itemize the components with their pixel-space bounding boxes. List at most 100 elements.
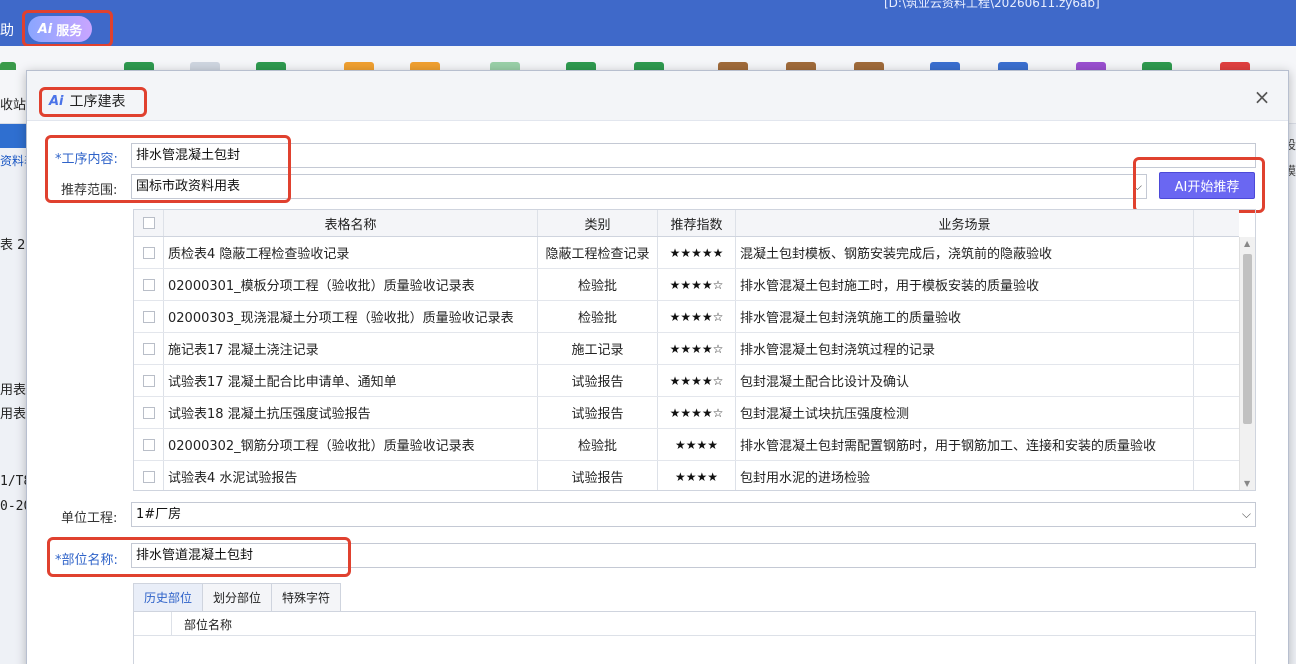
toolbar-icon[interactable] [1142,62,1172,70]
toolbar-icon[interactable] [344,62,374,70]
table-row[interactable]: 试验表18 混凝土抗压强度试验报告 试验报告 ★★★★☆ 包封混凝土试块抗压强度检测 [134,397,1239,429]
cell-scene: 包封混凝土配合比设计及确认 [736,365,1194,396]
highlight-part-name [47,537,351,577]
part-tabs: 历史部位 划分部位 特殊字符 [133,583,342,611]
toolbar-icon[interactable] [718,62,748,70]
toolbar-icon[interactable] [786,62,816,70]
cell-rating: ★★★★★ [658,237,736,268]
cell-rating: ★★★★ [658,429,736,460]
app-side-strip [0,124,26,148]
row-checkbox[interactable] [142,342,155,355]
row-checkbox[interactable] [142,470,155,483]
cell-scene: 排水管混凝土包封需配置钢筋时，用于钢筋加工、连接和安装的质量验收 [736,429,1194,460]
row-checkbox[interactable] [142,406,155,419]
row-checkbox[interactable] [142,246,155,259]
table-row[interactable]: 02000301_模板分项工程（验收批）质量验收记录表 检验批 ★★★★☆ 排水管混凝… [134,269,1239,301]
recommend-table: 表格名称 类别 推荐指数 业务场景 质检表4 隐蔽工程检查验收记录 隐蔽工程检查记… [133,209,1256,491]
app-titlebar: 助 Ai 服务 [D:\筑业云资料工程\20260611.zy6ab] [0,0,1296,46]
toolbar-icon[interactable] [1220,62,1250,70]
cell-rating: ★★★★ [658,461,736,490]
toolbar-icon[interactable] [190,62,220,70]
row-checkbox[interactable] [142,374,155,387]
row-checkbox-cell [134,269,164,300]
cell-scene: 排水管混凝土包封浇筑过程的记录 [736,333,1194,364]
cell-category: 检验批 [538,301,658,332]
toolbar-icon[interactable] [256,62,286,70]
row-checkbox-cell [134,461,164,490]
col-header-name[interactable]: 表格名称 [164,210,538,236]
toolbar-icon[interactable] [930,62,960,70]
table-row[interactable]: 质检表4 隐蔽工程检查验收记录 隐蔽工程检查记录 ★★★★★ 混凝土包封模板、钢筋安装… [134,237,1239,269]
table-scrollbar[interactable]: ▲ ▼ [1239,237,1255,490]
cell-rating: ★★★★☆ [658,269,736,300]
table-row[interactable]: 02000303_现浇混凝土分项工程（验收批）质量验收记录表 检验批 ★★★★☆ 排水… [134,301,1239,333]
unit-project-label: 单位工程: [61,511,118,526]
unit-project-select[interactable]: 1#厂房 ⌵ [131,502,1256,527]
col-header-part-name[interactable]: 部位名称 [184,616,232,633]
col-header-scene[interactable]: 业务场景 [736,210,1194,236]
cell-category: 检验批 [538,429,658,460]
toolbar-icon[interactable] [410,62,440,70]
row-checkbox[interactable] [142,310,155,323]
row-checkbox-cell [134,237,164,268]
col-header-category[interactable]: 类别 [538,210,658,236]
scroll-up-icon[interactable]: ▲ [1244,239,1250,248]
tab-history[interactable]: 历史部位 [133,583,204,611]
highlight-process-scope [45,135,291,203]
table-row[interactable]: 试验表4 水泥试验报告 试验报告 ★★★★ 包封用水泥的进场检验 [134,461,1239,490]
col-header-rating[interactable]: 推荐指数 [658,210,736,236]
close-icon[interactable]: × [1253,87,1271,107]
row-checkbox[interactable] [142,438,155,451]
cell-scene: 排水管混凝土包封施工时，用于模板安装的质量验收 [736,269,1194,300]
toolbar-icon[interactable] [854,62,884,70]
cell-table-name: 试验表4 水泥试验报告 [164,461,538,490]
app-left-text: 用表 [0,407,27,422]
highlight-ai-button [1133,157,1265,213]
toolbar-icon[interactable] [634,62,664,70]
process-content-input[interactable]: 排水管混凝土包封 [131,143,1256,168]
part-list-header: 部位名称 [134,612,1255,636]
cell-category: 检验批 [538,269,658,300]
dialog-header: Ai 工序建表 × [27,71,1288,121]
row-checkbox-cell [134,365,164,396]
tab-special-chars[interactable]: 特殊字符 [271,583,342,611]
app-left-text: 用表 [0,383,27,398]
select-all-checkbox[interactable] [142,217,155,229]
recycle-icon[interactable] [0,62,16,70]
table-row[interactable]: 试验表17 混凝土配合比申请单、通知单 试验报告 ★★★★☆ 包封混凝土配合比设计及确… [134,365,1239,397]
process-table-dialog: Ai 工序建表 × *工序内容: 排水管混凝土包封 推荐范围: 国标市政资料用表… [26,70,1289,664]
row-checkbox-cell [134,429,164,460]
table-row[interactable]: 施记表17 混凝土浇注记录 施工记录 ★★★★☆ 排水管混凝土包封浇筑过程的记录 [134,333,1239,365]
cell-category: 施工记录 [538,333,658,364]
table-header: 表格名称 类别 推荐指数 业务场景 [134,210,1239,237]
menu-help[interactable]: 助 [0,20,14,40]
cell-scene: 包封用水泥的进场检验 [736,461,1194,490]
toolbar-icon[interactable] [124,62,154,70]
scrollbar-thumb[interactable] [1243,254,1252,424]
scroll-down-icon[interactable]: ▼ [1244,479,1250,488]
row-checkbox-cell [134,333,164,364]
toolbar-recycle-label[interactable]: 收站 [0,94,26,113]
toolbar-icon[interactable] [490,62,520,70]
highlight-ai-service [22,10,113,47]
cell-rating: ★★★★☆ [658,365,736,396]
highlight-title [39,87,147,117]
part-list-table: 部位名称 [133,611,1256,664]
table-row[interactable]: 02000302_钢筋分项工程（验收批）质量验收记录表 检验批 ★★★★ 排水管混凝土… [134,429,1239,461]
cell-rating: ★★★★☆ [658,301,736,332]
cell-category: 试验报告 [538,365,658,396]
chevron-down-icon: ⌵ [1241,507,1251,521]
cell-category: 试验报告 [538,461,658,490]
cell-table-name: 02000302_钢筋分项工程（验收批）质量验收记录表 [164,429,538,460]
cell-scene: 包封混凝土试块抗压强度检测 [736,397,1194,428]
row-checkbox[interactable] [142,278,155,291]
toolbar-icon[interactable] [566,62,596,70]
tab-divide[interactable]: 划分部位 [202,583,273,611]
cell-table-name: 试验表18 混凝土抗压强度试验报告 [164,397,538,428]
toolbar-icon[interactable] [1076,62,1106,70]
cell-table-name: 试验表17 混凝土配合比申请单、通知单 [164,365,538,396]
unit-project-value: 1#厂房 [136,507,182,522]
toolbar-icon[interactable] [998,62,1028,70]
cell-category: 隐蔽工程检查记录 [538,237,658,268]
select-all-cell [134,210,164,236]
